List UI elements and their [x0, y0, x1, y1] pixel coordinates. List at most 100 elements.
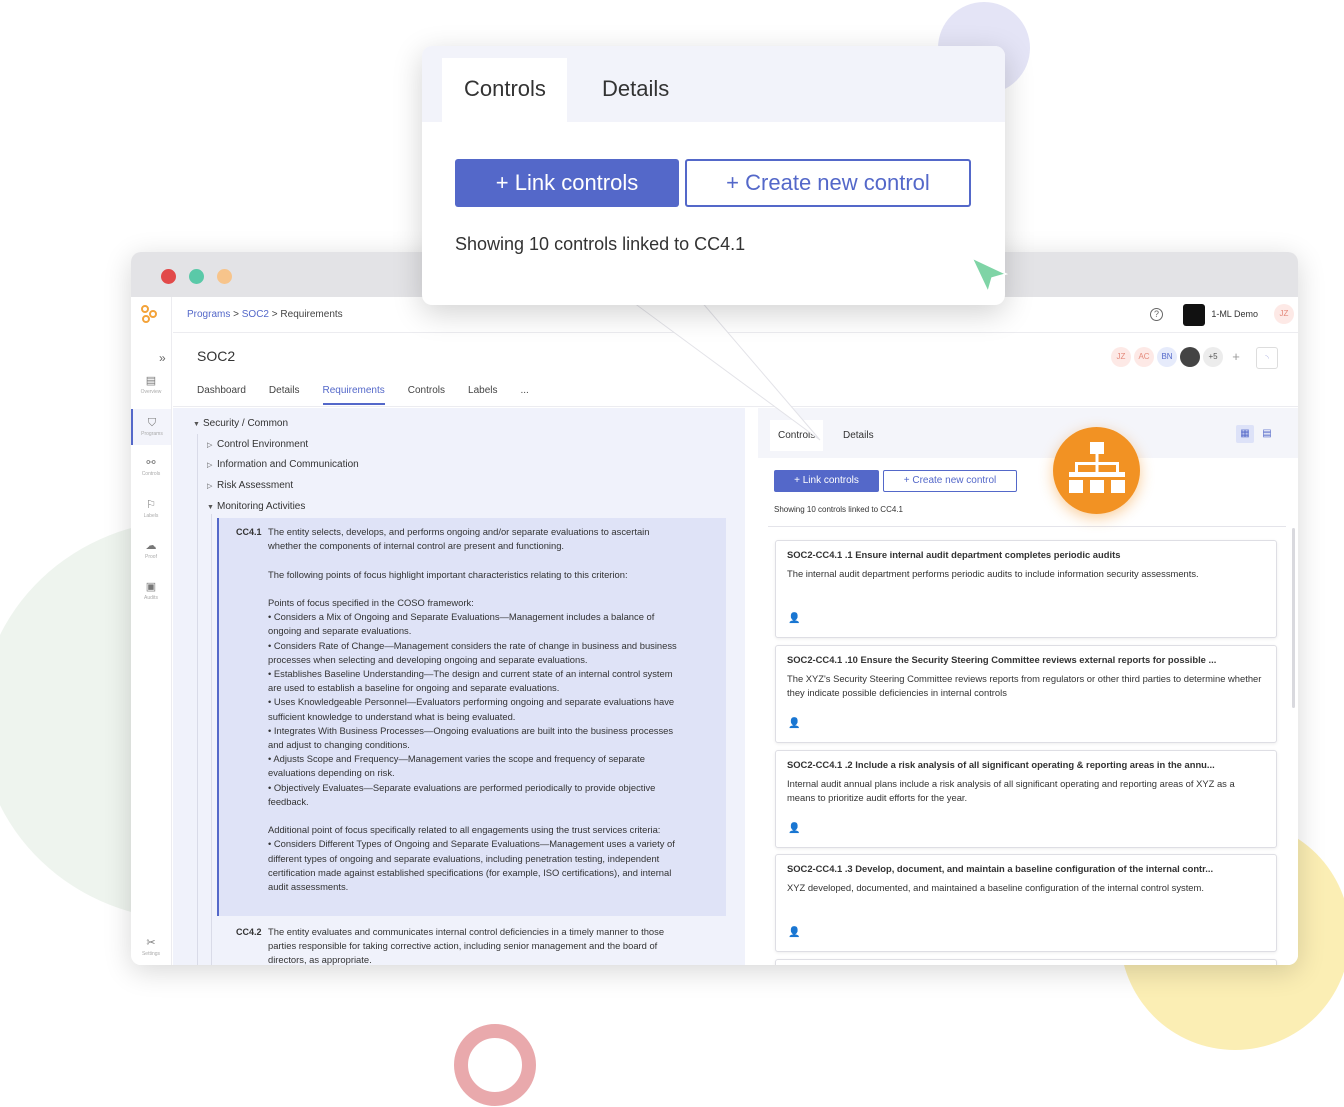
tree-node-monitoring-activities[interactable]: ▼ Monitoring Activities	[207, 501, 305, 512]
caret-right-icon: ▷	[207, 462, 213, 469]
plus-icon: +	[903, 475, 910, 486]
avatar[interactable]: AC	[1134, 347, 1154, 367]
requirement-text: The entity selects, develops, and perfor…	[268, 526, 677, 893]
owner-icon[interactable]: 👤	[788, 613, 800, 625]
org-logo[interactable]	[1183, 304, 1205, 326]
tree-node-risk-assessment[interactable]: ▷ Risk Assessment	[207, 480, 293, 491]
tree-node-control-environment[interactable]: ▷ Control Environment	[207, 439, 308, 450]
link-controls-button[interactable]: + Link controls	[774, 470, 879, 492]
caret-right-icon: ▷	[207, 483, 213, 490]
nav-item-labels[interactable]: ⚐ Labels	[131, 499, 171, 519]
create-control-button[interactable]: + Create new control	[883, 470, 1017, 492]
control-card-title[interactable]: SOC2-CC4.1 .2 Include a risk analysis of…	[787, 759, 1266, 770]
breadcrumb: Programs > SOC2 > Requirements	[187, 309, 343, 320]
tab-controls[interactable]: Controls	[408, 385, 445, 405]
tab-dashboard[interactable]: Dashboard	[197, 385, 246, 405]
avatar-photo[interactable]	[1180, 347, 1200, 367]
tree-node-label: Risk Assessment	[217, 480, 294, 491]
app-window: » ▤ Overview ⛉ Programs ⚯ Controls ⚐ Lab…	[131, 252, 1298, 965]
control-card[interactable]: SOC2-CC4.1 .3 Develop, document, and mai…	[775, 854, 1277, 952]
zoom-create-label: Create new control	[745, 170, 930, 195]
requirement-id: CC4.2	[236, 927, 262, 937]
breadcrumb-soc2[interactable]: SOC2	[242, 309, 269, 320]
maximize-window-dot[interactable]	[189, 269, 204, 284]
marketing-stage: » ▤ Overview ⛉ Programs ⚯ Controls ⚐ Lab…	[0, 0, 1344, 1107]
avatar[interactable]: JZ	[1111, 347, 1131, 367]
nav-item-overview[interactable]: ▤ Overview	[131, 375, 171, 395]
plus-icon: +	[495, 170, 509, 195]
nav-item-audits[interactable]: ▣ Audits	[131, 581, 171, 601]
nav-label: Controls	[141, 471, 161, 477]
tree-node-label: Control Environment	[217, 439, 309, 450]
control-card-description: XYZ developed, documented, and maintaine…	[787, 882, 1204, 893]
requirement-text[interactable]: The entity evaluates and communicates in…	[268, 925, 723, 965]
control-card-description: Internal audit annual plans include a ri…	[787, 778, 1235, 804]
control-card[interactable]: SOC2-CC4.1 .1 Ensure internal audit depa…	[775, 540, 1277, 638]
tab-controls[interactable]: Controls	[770, 420, 824, 451]
avatar[interactable]: BN	[1157, 347, 1177, 367]
linked-count-text: Showing 10 controls linked to CC4.1	[774, 505, 903, 514]
zoom-tab-controls[interactable]: Controls	[442, 58, 567, 122]
control-card-partial[interactable]	[775, 959, 1277, 965]
app-logo-icon[interactable]	[141, 305, 159, 325]
owner-icon[interactable]: 👤	[788, 718, 800, 730]
zoom-tab-details[interactable]: Details	[602, 76, 669, 102]
tools-icon: ✂	[146, 937, 156, 949]
nav-item-programs[interactable]: ⛉ Programs	[131, 409, 171, 445]
zoom-create-control-button[interactable]: + Create new control	[685, 159, 971, 207]
control-card[interactable]: SOC2-CC4.1 .2 Include a risk analysis of…	[775, 750, 1277, 848]
nav-item-controls[interactable]: ⚯ Controls	[131, 457, 171, 477]
side-navigation: » ▤ Overview ⛉ Programs ⚯ Controls ⚐ Lab…	[131, 297, 172, 965]
add-member-icon[interactable]: +	[1226, 347, 1246, 367]
zoom-callout: Controls Details + Link controls + Creat…	[422, 46, 1005, 305]
mouse-cursor-icon	[970, 256, 1009, 295]
tab-details[interactable]: Details	[269, 385, 300, 405]
page-title: SOC2	[197, 348, 236, 364]
tree-node-information-communication[interactable]: ▷ Information and Communication	[207, 459, 359, 470]
tab-requirements[interactable]: Requirements	[322, 385, 385, 405]
requirements-tree: ▼ Security / Common ▷ Control Environment …	[173, 408, 745, 965]
caret-right-icon: ▷	[207, 442, 213, 449]
tree-node-security[interactable]: ▼ Security / Common	[193, 418, 288, 429]
tree-node-label: Monitoring Activities	[217, 501, 306, 512]
owner-icon[interactable]: 👤	[788, 927, 800, 939]
zoom-link-controls-button[interactable]: + Link controls	[455, 159, 679, 207]
plus-icon: +	[794, 475, 800, 486]
tab-more[interactable]: ...	[520, 385, 528, 405]
nav-label: Labels	[143, 513, 159, 519]
control-card[interactable]: SOC2-CC4.1 .10 Ensure the Security Steer…	[775, 645, 1277, 743]
control-card-title[interactable]: SOC2-CC4.1 .10 Ensure the Security Steer…	[787, 654, 1266, 665]
nav-item-proof[interactable]: ☁ Proof	[131, 540, 171, 560]
hierarchy-badge	[1053, 427, 1140, 514]
decor-red-ring	[454, 1024, 536, 1106]
org-name[interactable]: 1-ML Demo	[1211, 309, 1258, 319]
expand-nav-icon[interactable]: »	[159, 351, 166, 365]
overview-icon: ▤	[145, 375, 157, 387]
breadcrumb-separator: >	[269, 309, 281, 320]
breadcrumb-programs[interactable]: Programs	[187, 309, 230, 320]
nav-item-settings[interactable]: ✂ Settings	[131, 937, 171, 957]
tab-labels[interactable]: Labels	[468, 385, 497, 405]
tab-details[interactable]: Details	[843, 430, 874, 441]
tree-guide	[211, 514, 212, 965]
tree-node-label: Security / Common	[203, 418, 289, 429]
requirement-id: CC4.1	[236, 527, 262, 537]
feed-icon[interactable]: ◝	[1256, 347, 1278, 369]
control-card-description: The XYZ's Security Steering Committee re…	[787, 673, 1262, 699]
nav-label: Settings	[141, 951, 161, 957]
link-controls-label: Link controls	[802, 475, 859, 486]
more-members-badge[interactable]: +5	[1203, 347, 1223, 367]
table-view-icon[interactable]: ▤	[1258, 425, 1276, 443]
requirement-cc41-selected[interactable]: CC4.1 The entity selects, develops, and …	[217, 518, 726, 916]
close-window-dot[interactable]	[161, 269, 176, 284]
user-avatar[interactable]: JZ	[1274, 304, 1294, 324]
card-view-icon[interactable]: ▦	[1236, 425, 1254, 443]
caret-down-icon: ▼	[207, 504, 214, 511]
control-card-title[interactable]: SOC2-CC4.1 .3 Develop, document, and mai…	[787, 863, 1266, 874]
minimize-window-dot[interactable]	[217, 269, 232, 284]
help-icon[interactable]: ?	[1150, 308, 1163, 321]
right-scrollbar[interactable]	[1292, 528, 1295, 708]
control-card-title[interactable]: SOC2-CC4.1 .1 Ensure internal audit depa…	[787, 549, 1266, 560]
owner-icon[interactable]: 👤	[788, 823, 800, 835]
zoom-linked-count-text: Showing 10 controls linked to CC4.1	[455, 234, 746, 254]
